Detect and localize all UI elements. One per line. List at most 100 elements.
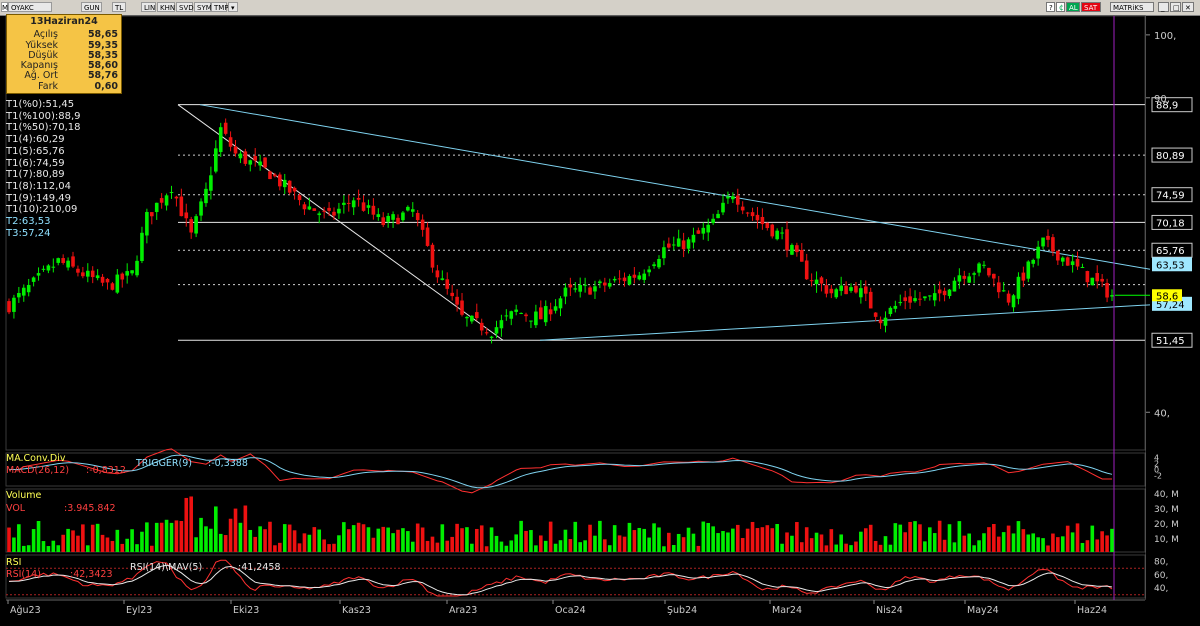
volume-bar — [51, 540, 56, 552]
macd-label: MACD(26,12) — [6, 465, 70, 476]
volume-bar — [770, 528, 775, 552]
candle-body — [31, 277, 36, 282]
volume-bar — [868, 524, 873, 552]
volume-bar — [1026, 534, 1031, 552]
price-chart[interactable]: 88,980,8974,5970,1865,7651,4563,5357,245… — [0, 0, 1200, 626]
volume-bar — [780, 543, 784, 552]
candle-body — [849, 287, 853, 291]
volume-tick-label: 10, M — [1154, 535, 1179, 545]
volume-bar — [278, 542, 282, 552]
candle-body — [465, 316, 469, 319]
candle-body — [391, 214, 395, 220]
candle-body — [814, 279, 819, 285]
volume-bar — [184, 497, 189, 552]
candle-body — [770, 224, 775, 237]
volume-bar — [1075, 523, 1080, 552]
candle-body — [120, 273, 125, 280]
volume-bar — [470, 543, 474, 552]
volume-bar — [1100, 531, 1104, 552]
candle-body — [982, 264, 986, 266]
candle-body — [1100, 278, 1104, 282]
volume-bar — [622, 536, 627, 552]
candle-body — [1011, 295, 1016, 308]
time-tick-label: May24 — [967, 605, 999, 616]
candle-body — [90, 270, 95, 278]
candle-body — [450, 292, 454, 297]
trendline — [539, 304, 1151, 341]
volume-bar — [381, 526, 386, 552]
candle-body — [233, 146, 238, 154]
candle-body — [553, 306, 558, 311]
candle-body — [662, 247, 666, 259]
volume-bar — [681, 537, 686, 552]
volume-bar — [1036, 537, 1040, 552]
volume-bar — [209, 528, 213, 552]
volume-bar — [194, 537, 198, 552]
price-tick-label: 90, — [1154, 94, 1170, 105]
candle-body — [745, 212, 750, 214]
volume-bar — [760, 527, 765, 552]
volume-bar — [726, 532, 730, 552]
candle-body — [184, 212, 189, 219]
volume-bar — [430, 536, 435, 552]
volume-bar — [957, 521, 962, 552]
candle-body — [859, 288, 863, 298]
candle-body — [381, 217, 386, 226]
candle-body — [627, 276, 632, 285]
candle-body — [775, 230, 779, 240]
time-tick-label: Nis24 — [876, 605, 903, 616]
volume-bar — [159, 522, 164, 552]
volume-bar — [878, 544, 883, 552]
candle-body — [519, 312, 523, 314]
volume-bar — [327, 544, 331, 552]
candle-body — [750, 212, 755, 217]
candle-body — [972, 273, 976, 275]
volume-bar — [169, 522, 174, 552]
volume-bar — [26, 545, 31, 552]
volume-bar — [765, 525, 770, 552]
candle-body — [351, 200, 356, 208]
candle-body — [228, 137, 233, 147]
level-label: 65,76 — [1156, 246, 1185, 257]
candle-body — [302, 204, 307, 210]
candle-body — [612, 278, 617, 281]
volume-bar — [406, 531, 410, 552]
volume-bar — [740, 537, 745, 552]
candle-body — [51, 266, 56, 268]
candle-body — [755, 214, 760, 221]
volume-bar — [76, 535, 80, 552]
price-tick-label: 100, — [1154, 31, 1176, 42]
candle-body — [470, 315, 474, 322]
volume-bar — [302, 533, 307, 552]
candle-body — [795, 245, 799, 253]
volume-bar — [607, 545, 612, 552]
candle-body — [435, 270, 440, 278]
volume-bar — [145, 522, 149, 552]
candle-body — [332, 211, 336, 216]
volume-bar — [351, 525, 356, 552]
time-tick-label: Mar24 — [772, 605, 802, 616]
candle-body — [947, 289, 952, 297]
volume-bar — [735, 524, 740, 552]
candle-body — [322, 210, 326, 212]
volume-bar — [110, 540, 115, 552]
candle-body — [918, 298, 922, 300]
candle-body — [406, 206, 410, 211]
candle-body — [366, 205, 371, 208]
volume-bar — [258, 526, 262, 552]
volume-bar — [652, 523, 656, 552]
volume-bar — [819, 534, 824, 552]
candle-body — [66, 260, 70, 268]
volume-bar — [509, 540, 514, 552]
volume-bar — [455, 523, 459, 552]
volume-bar — [474, 528, 479, 552]
candle-body — [568, 284, 573, 288]
volume-bar — [287, 524, 292, 552]
candle-body — [105, 278, 110, 283]
target-label: T1(10):210,09 — [6, 204, 78, 216]
volume-bar — [524, 530, 528, 552]
volume-bar — [1090, 525, 1095, 552]
trigger-label: TRIGGER(9) — [136, 458, 192, 469]
candle-body — [1026, 261, 1031, 279]
volume-bar — [164, 519, 169, 552]
